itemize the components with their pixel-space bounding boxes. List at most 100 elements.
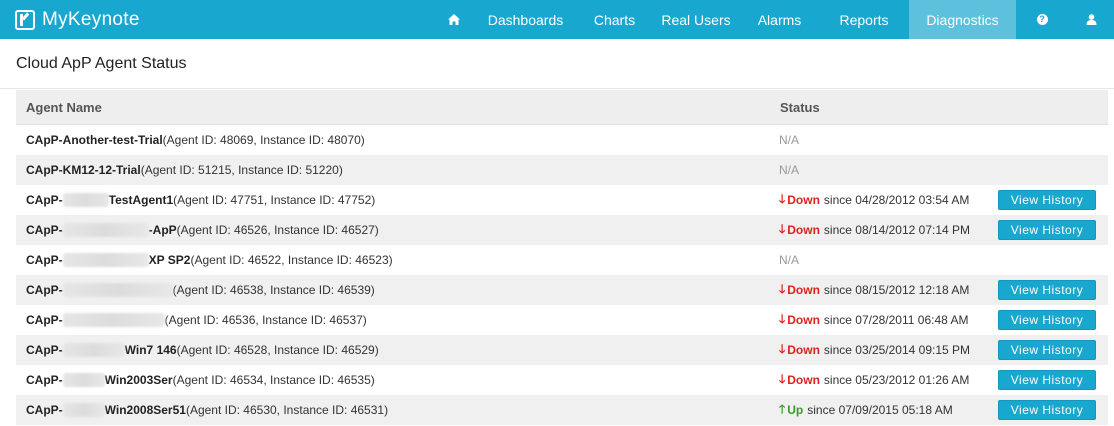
- view-history-button[interactable]: View History: [998, 310, 1096, 330]
- agent-name: CApP-Another-test-Trial: [26, 133, 163, 147]
- agent-ids: (Agent ID: 46522, Instance ID: 46523): [190, 253, 393, 267]
- view-history-button[interactable]: View History: [998, 280, 1096, 300]
- agent-name-prefix: CApP-: [26, 313, 63, 327]
- status-cell: 🡓 Down since 08/14/2012 07:14 PM: [770, 220, 970, 241]
- user-icon: [1086, 14, 1096, 25]
- nav-home[interactable]: [434, 0, 474, 39]
- keynote-logo-icon: [15, 9, 35, 30]
- agent-name-cell: CApP-KM12-12-Trial (Agent ID: 51215, Ins…: [16, 163, 770, 177]
- agent-name-cell: CApP- -ApP (Agent ID: 46526, Instance ID:…: [16, 223, 770, 237]
- agent-name-suffix: Win7 146: [124, 343, 177, 357]
- status-since: since 07/09/2015 05:18 AM: [807, 403, 953, 417]
- view-history-button[interactable]: View History: [998, 400, 1096, 420]
- nav-help[interactable]: ?: [1016, 0, 1068, 39]
- status-since: since 04/28/2012 03:54 AM: [823, 193, 970, 207]
- arrow-down-icon: 🡓: [779, 371, 786, 386]
- nav-real-users[interactable]: Real Users: [652, 0, 740, 39]
- redacted-text: [62, 343, 125, 357]
- agent-name-prefix: CApP-: [26, 343, 63, 357]
- status-text: N/A: [779, 163, 800, 177]
- agent-ids: (Agent ID: 46534, Instance ID: 46535): [172, 373, 375, 387]
- arrow-down-icon: 🡓: [779, 281, 786, 296]
- agent-name-prefix: CApP-: [26, 253, 63, 267]
- page-title: Cloud ApP Agent Status: [16, 54, 187, 72]
- table-row: CApP- TestAgent1 (Agent ID: 47751, Instan…: [16, 185, 1108, 215]
- table-header: Agent Name Status: [16, 90, 1108, 125]
- table-row: CApP- XP SP2 (Agent ID: 46522, Instance I…: [16, 245, 1108, 275]
- status-cell: 🡓 Down since 08/15/2012 12:18 AM: [770, 280, 969, 301]
- view-history-button[interactable]: View History: [998, 220, 1096, 240]
- table-row: CApP- (Agent ID: 46538, Instance ID: 465…: [16, 275, 1108, 305]
- redacted-text: [62, 313, 165, 327]
- agent-ids: (Agent ID: 46528, Instance ID: 46529): [176, 343, 379, 357]
- status-cell: 🡓 Down since 05/23/2012 01:26 AM: [770, 370, 969, 391]
- arrow-up-icon: 🡑: [779, 401, 786, 416]
- table-row: CApP-Another-test-Trial (Agent ID: 48069…: [16, 125, 1108, 155]
- agent-name: CApP-KM12-12-Trial: [26, 163, 141, 177]
- view-history-button[interactable]: View History: [998, 340, 1096, 360]
- agent-name-cell: CApP- Win2003Ser (Agent ID: 46534, Instan…: [16, 373, 770, 387]
- home-icon: [448, 14, 460, 25]
- status-text: Down: [787, 313, 820, 327]
- nav-diagnostics[interactable]: Diagnostics: [909, 0, 1016, 39]
- status-cell: 🡓 Down since 03/25/2014 09:15 PM: [770, 340, 970, 361]
- nav-charts[interactable]: Charts: [577, 0, 652, 39]
- status-text: Up: [787, 403, 804, 417]
- arrow-down-icon: 🡓: [779, 341, 786, 356]
- view-history-button[interactable]: View History: [998, 370, 1096, 390]
- agent-name-cell: CApP- Win7 146 (Agent ID: 46528, Instance…: [16, 343, 770, 357]
- status-cell: N/A: [770, 253, 799, 267]
- status-cell: 🡑 Up since 07/09/2015 05:18 AM: [770, 400, 953, 421]
- agent-status-table: Agent Name Status CApP-Another-test-Tria…: [16, 90, 1108, 425]
- status-since: since 08/15/2012 12:18 AM: [823, 283, 970, 297]
- agent-ids: (Agent ID: 48069, Instance ID: 48070): [162, 133, 365, 147]
- status-since: since 03/25/2014 09:15 PM: [823, 343, 971, 357]
- agent-ids: (Agent ID: 46538, Instance ID: 46539): [172, 283, 375, 297]
- column-header-agent-name: Agent Name: [26, 99, 102, 115]
- table-row: CApP- -ApP (Agent ID: 46526, Instance ID:…: [16, 215, 1108, 245]
- nav-reports[interactable]: Reports: [819, 0, 909, 39]
- top-navbar: MyKeynote Dashboards Charts Real Users A…: [0, 0, 1114, 39]
- nav-alarms[interactable]: Alarms: [740, 0, 819, 39]
- status-cell: N/A: [770, 133, 799, 147]
- main-nav: Dashboards Charts Real Users Alarms Repo…: [434, 0, 1114, 39]
- page-header: Cloud ApP Agent Status: [0, 39, 1114, 89]
- redacted-text: [62, 283, 173, 297]
- status-since: since 05/23/2012 01:26 AM: [823, 373, 970, 387]
- agent-ids: (Agent ID: 46526, Instance ID: 46527): [176, 223, 379, 237]
- agent-name-suffix: Win2003Ser: [104, 373, 173, 387]
- agent-name-cell: CApP-Another-test-Trial (Agent ID: 48069…: [16, 133, 770, 147]
- agent-ids: (Agent ID: 46530, Instance ID: 46531): [185, 403, 389, 417]
- arrow-down-icon: 🡓: [779, 221, 786, 236]
- redacted-text: [62, 403, 105, 417]
- agent-name-cell: CApP- Win2008Ser51 (Agent ID: 46530, Inst…: [16, 403, 770, 417]
- arrow-down-icon: 🡓: [779, 311, 786, 326]
- agent-name-prefix: CApP-: [26, 283, 63, 297]
- agent-name-prefix: CApP-: [26, 373, 63, 387]
- agent-name-suffix: TestAgent1: [108, 193, 174, 207]
- redacted-text: [62, 253, 149, 267]
- brand-name: MyKeynote: [42, 8, 140, 30]
- status-text: Down: [787, 343, 820, 357]
- question-circle-icon: ?: [1036, 14, 1048, 25]
- status-cell: N/A: [770, 163, 799, 177]
- redacted-text: [62, 223, 149, 237]
- view-history-button[interactable]: View History: [998, 190, 1096, 210]
- table-row: CApP- Win2003Ser (Agent ID: 46534, Instan…: [16, 365, 1108, 395]
- nav-user[interactable]: [1068, 0, 1114, 39]
- status-text: Down: [787, 223, 820, 237]
- status-since: since 08/14/2012 07:14 PM: [823, 223, 971, 237]
- agent-name-suffix: Win2008Ser51: [104, 403, 186, 417]
- brand[interactable]: MyKeynote: [0, 0, 140, 39]
- agent-ids: (Agent ID: 51215, Instance ID: 51220): [140, 163, 343, 177]
- agent-name-prefix: CApP-: [26, 223, 63, 237]
- table-row: CApP- Win2008Ser51 (Agent ID: 46530, Inst…: [16, 395, 1108, 425]
- agent-name-cell: CApP- (Agent ID: 46538, Instance ID: 465…: [16, 283, 770, 297]
- status-cell: 🡓 Down since 07/28/2011 06:48 AM: [770, 310, 968, 331]
- nav-dashboards[interactable]: Dashboards: [474, 0, 577, 39]
- status-text: Down: [787, 283, 820, 297]
- agent-ids: (Agent ID: 47751, Instance ID: 47752): [173, 193, 376, 207]
- column-header-status: Status: [780, 99, 820, 115]
- status-text: N/A: [779, 133, 800, 147]
- agent-name-suffix: -ApP: [148, 223, 177, 237]
